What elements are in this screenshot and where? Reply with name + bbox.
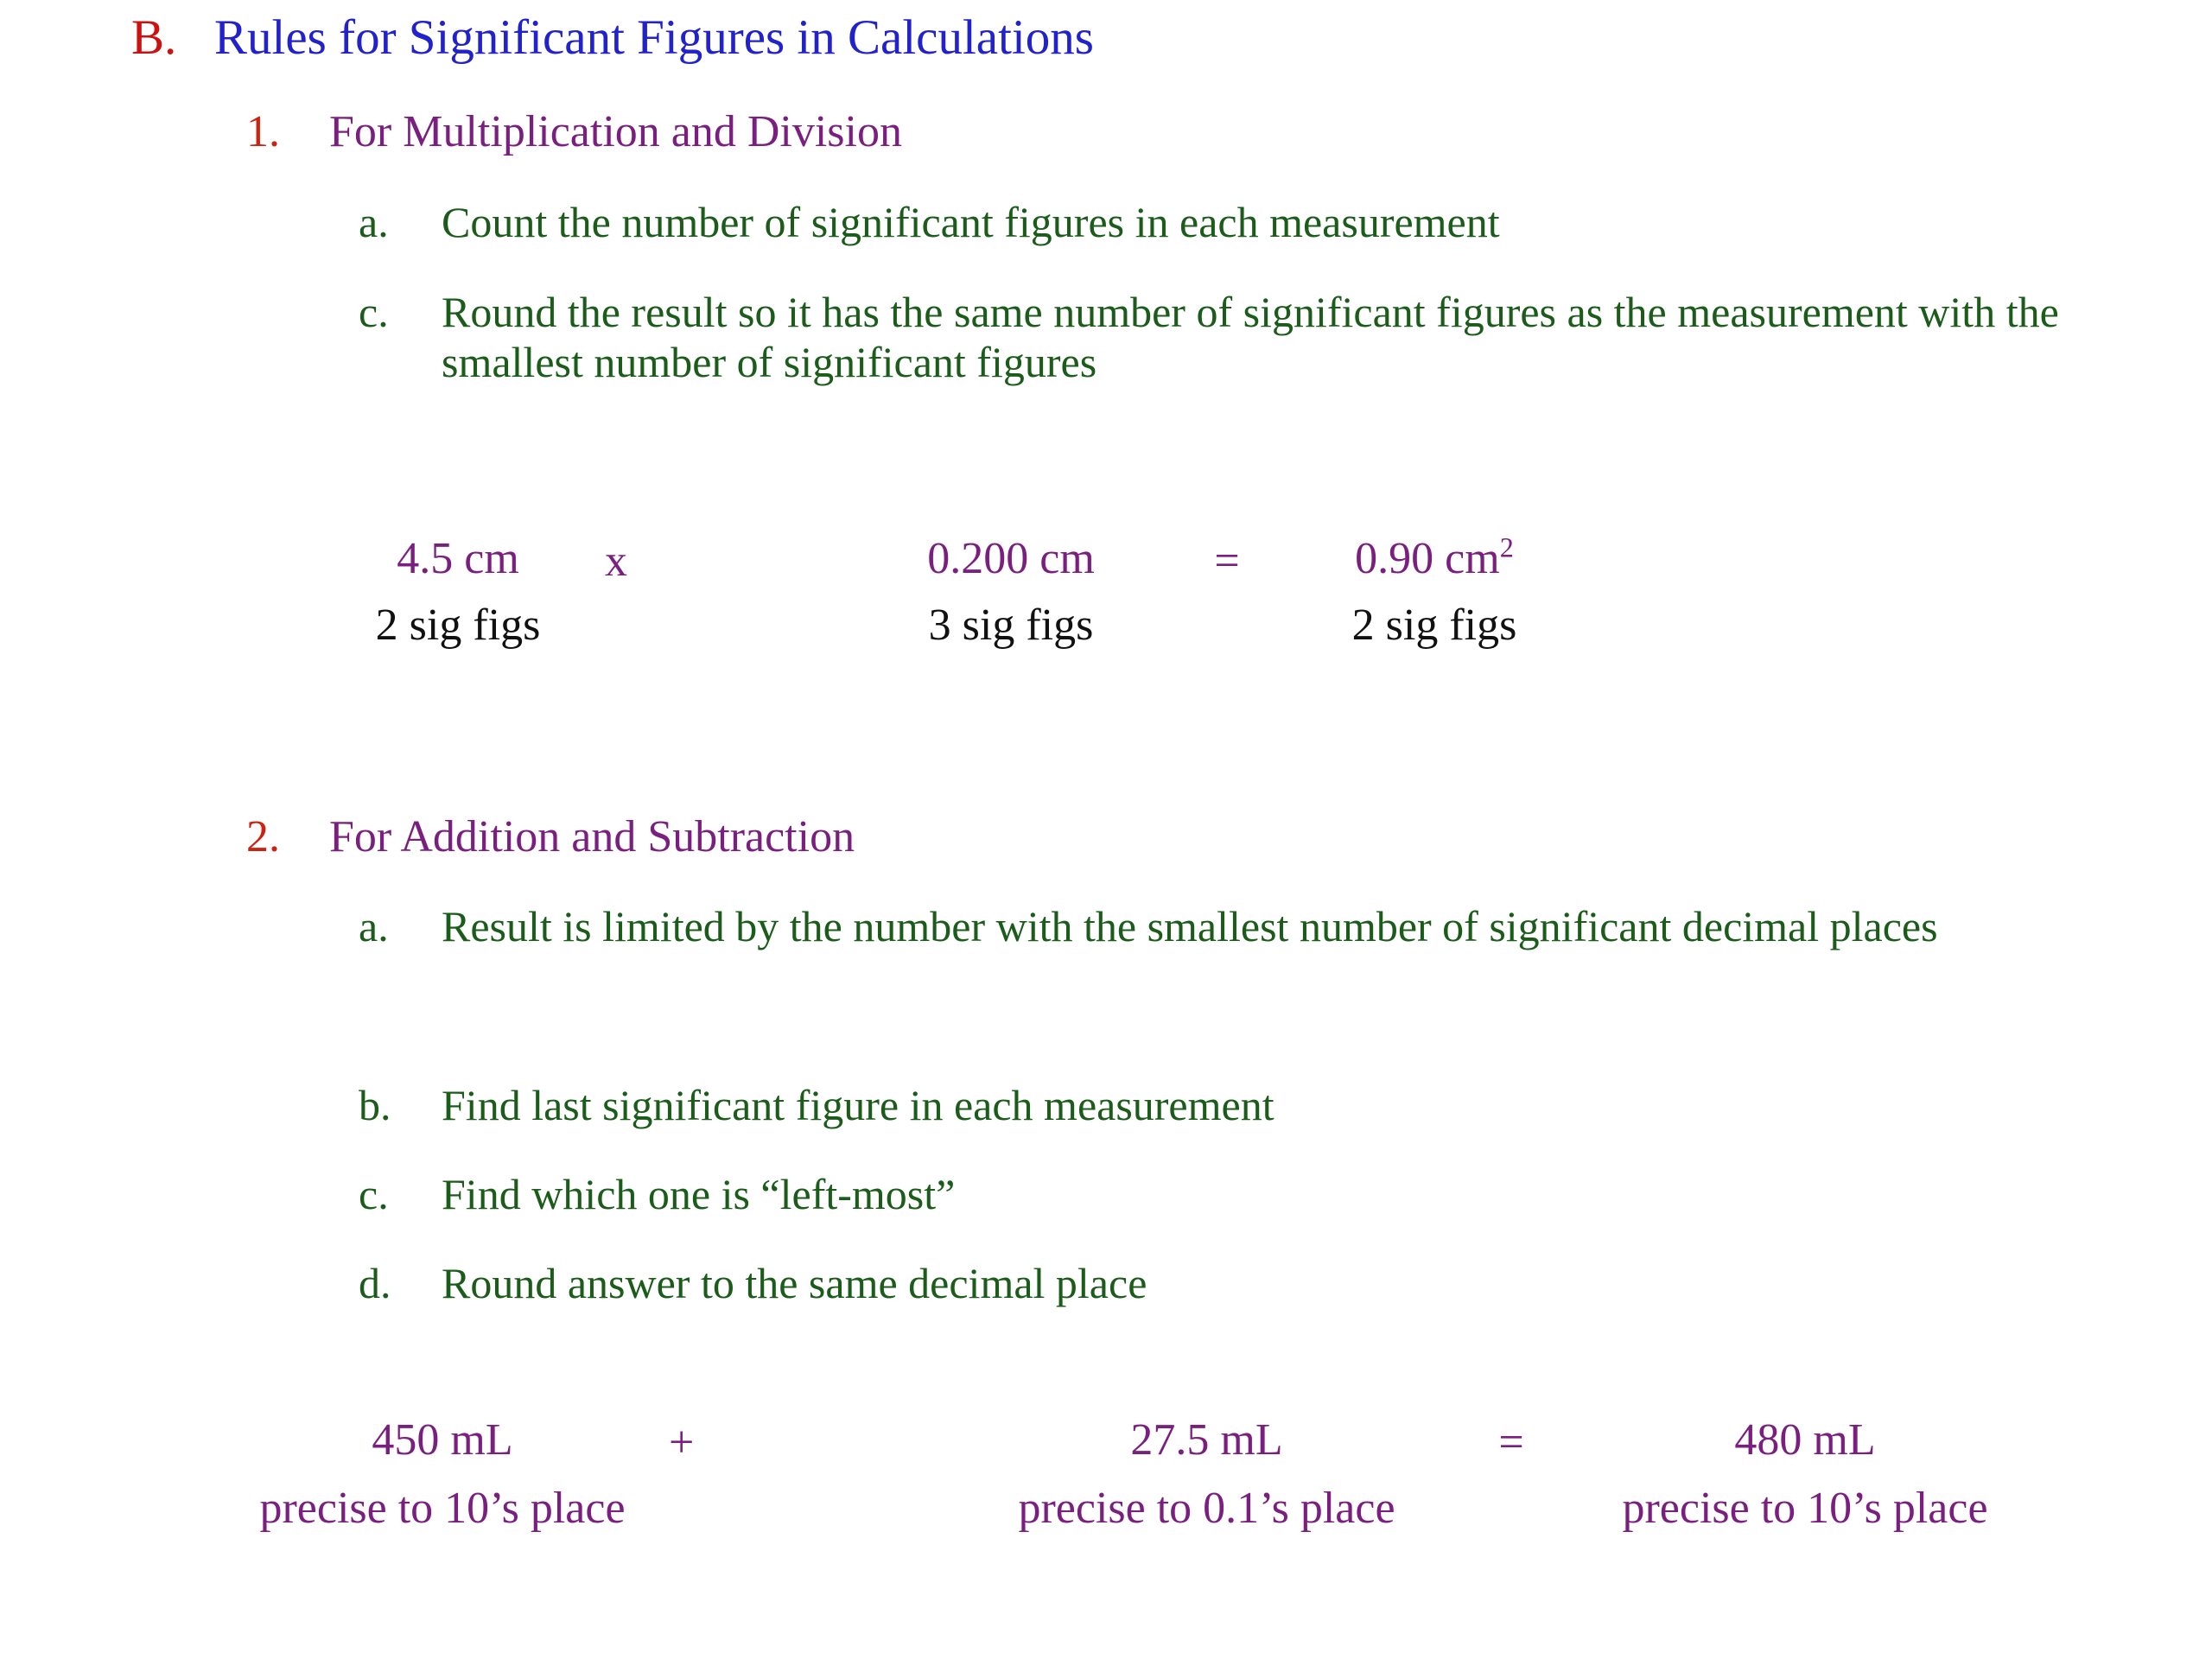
eq1-result-number: 0.90 cm — [1355, 534, 1500, 583]
eq1-result: 0.90 cm2 2 sig figs — [1305, 534, 1564, 650]
eq1-operand1-value: 4.5 cm — [397, 534, 519, 583]
rule2-example-equation: 450 mL precise to 10’s place + 27.5 mL p… — [235, 1415, 2012, 1533]
slide-canvas: B. Rules for Significant Figures in Calc… — [0, 0, 2212, 1659]
rule2-item-d-text: Round answer to the same decimal place — [442, 1259, 1147, 1307]
eq2-result: 480 mL precise to 10’s place — [1598, 1415, 2012, 1533]
rule2-item-b-text: Find last significant figure in each mea… — [442, 1081, 1274, 1129]
rule2-item-a-marker: a. — [359, 902, 389, 950]
eq2-operand2-note: precise to 0.1’s place — [1018, 1483, 1395, 1533]
eq2-result-value: 480 mL — [1734, 1415, 1876, 1465]
eq1-result-note: 2 sig figs — [1351, 600, 1517, 650]
eq1-operator-multiply: x — [605, 537, 627, 586]
eq1-operand1: 4.5 cm 2 sig figs — [328, 534, 588, 650]
eq2-operand1: 450 mL precise to 10’s place — [235, 1415, 650, 1533]
eq2-operand1-value: 450 mL — [372, 1415, 513, 1465]
eq1-result-exponent: 2 — [1499, 531, 1514, 563]
rule1-item-a-text: Count the number of significant figures … — [442, 198, 1500, 246]
rule1-item-a: a. Count the number of significant figur… — [359, 197, 2147, 247]
rule1-heading: 1. For Multiplication and Division — [246, 107, 2104, 157]
rule1-item-a-marker: a. — [359, 198, 389, 246]
rule2-title: For Addition and Subtraction — [329, 812, 855, 861]
eq1-result-value: 0.90 cm2 — [1355, 534, 1514, 583]
eq1-operand2: 0.200 cm 3 sig figs — [873, 534, 1149, 650]
rule1-title: For Multiplication and Division — [329, 107, 902, 156]
rule2-item-b: b. Find last significant figure in each … — [359, 1080, 2147, 1130]
rule2-item-b-marker: b. — [359, 1081, 391, 1129]
eq1-operand2-value: 0.200 cm — [927, 534, 1095, 583]
rule2-item-d: d. Round answer to the same decimal plac… — [359, 1258, 2147, 1308]
section-title: Rules for Significant Figures in Calcula… — [214, 10, 1094, 65]
rule2-heading: 2. For Addition and Subtraction — [246, 812, 2104, 862]
eq2-operand2-value: 27.5 mL — [1130, 1415, 1283, 1465]
rule2-item-a: a. Result is limited by the number with … — [359, 901, 2018, 951]
rule2-item-c-text: Find which one is “left-most” — [442, 1170, 956, 1218]
section-heading-b: B. Rules for Significant Figures in Calc… — [131, 10, 2119, 66]
rule1-example-equation: 4.5 cm 2 sig figs x 0.200 cm 3 sig figs … — [328, 534, 1564, 650]
rule2-item-a-text: Result is limited by the number with the… — [442, 902, 1938, 950]
eq2-result-note: precise to 10’s place — [1622, 1483, 1988, 1533]
eq2-operator-equals: = — [1498, 1418, 1524, 1467]
eq2-operator-plus: + — [669, 1418, 695, 1467]
rule1-item-c: c. Round the result so it has the same n… — [359, 287, 2173, 387]
rule1-item-c-text: Round the result so it has the same numb… — [442, 288, 2059, 386]
rule1-item-c-marker: c. — [359, 288, 389, 336]
eq1-operand2-note: 3 sig figs — [928, 600, 1094, 650]
eq1-operand1-note: 2 sig figs — [375, 600, 541, 650]
rule2-marker: 2. — [246, 812, 280, 861]
rule2-item-d-marker: d. — [359, 1259, 391, 1307]
eq1-operator-equals: = — [1214, 537, 1240, 586]
rule1-marker: 1. — [246, 107, 280, 156]
section-marker: B. — [131, 10, 177, 65]
eq2-operand1-note: precise to 10’s place — [259, 1483, 626, 1533]
rule2-item-c: c. Find which one is “left-most” — [359, 1169, 2147, 1219]
eq2-operand2: 27.5 mL precise to 0.1’s place — [988, 1415, 1425, 1533]
rule2-item-c-marker: c. — [359, 1170, 389, 1218]
